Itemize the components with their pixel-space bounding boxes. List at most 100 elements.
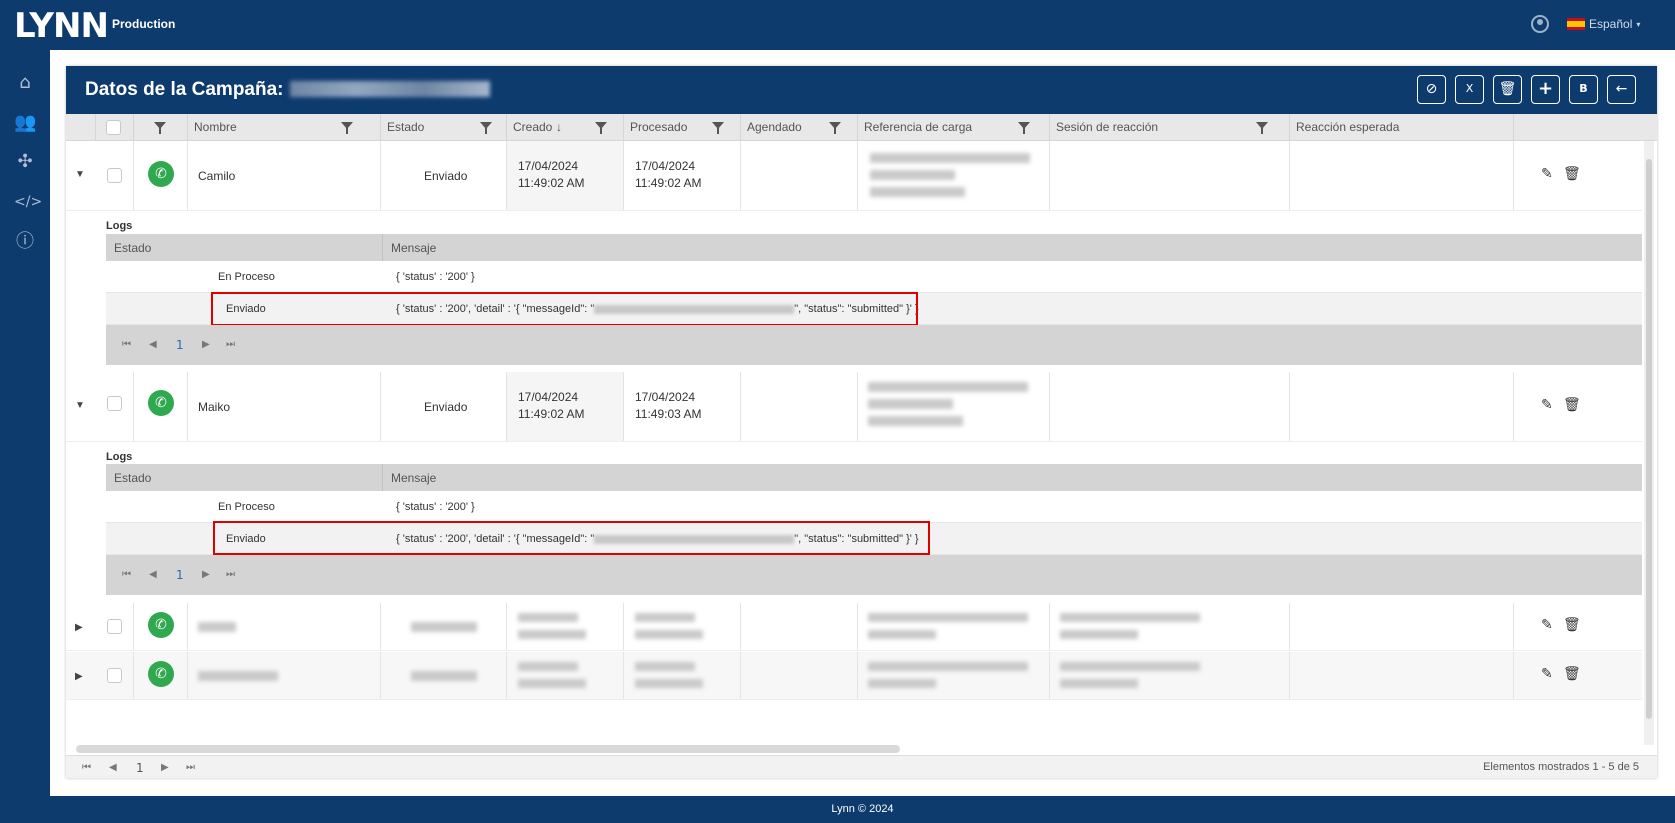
- logs-title: Logs: [106, 451, 133, 463]
- page-number[interactable]: 1: [136, 761, 144, 775]
- top-bar: LYNN Production Español ▾: [0, 0, 1675, 50]
- prev-page-icon[interactable]: ◀: [149, 339, 157, 350]
- header-estado[interactable]: Estado: [381, 114, 507, 141]
- flow-icon[interactable]: ✣: [14, 151, 36, 173]
- expand-icon[interactable]: ▶: [75, 622, 83, 633]
- info-icon[interactable]: ⓘ: [14, 231, 36, 253]
- edit-icon[interactable]: ✎: [1541, 166, 1553, 182]
- last-page-icon[interactable]: ⏭: [226, 339, 235, 350]
- procesado-cell: 17/04/2024 11:49:03 AM: [624, 372, 741, 441]
- page-title-text: Datos de la Campaña:: [85, 79, 284, 100]
- estado-cell: Enviado: [381, 372, 507, 441]
- header-creado[interactable]: Creado ↓: [507, 114, 624, 141]
- chevron-down-icon: ▾: [1636, 19, 1641, 29]
- first-page-icon[interactable]: ⏮: [82, 762, 91, 773]
- header-sesion-label: Sesión de reacción: [1056, 120, 1159, 134]
- scroll-thumb[interactable]: [1646, 159, 1652, 719]
- grid-pager: ⏮ ◀ 1 ▶ ⏭ Elementos mostrados 1 - 5 de 5: [66, 755, 1657, 778]
- next-page-icon[interactable]: ▶: [161, 762, 169, 773]
- filter-icon[interactable]: [154, 122, 166, 134]
- last-page-icon[interactable]: ⏭: [226, 569, 235, 580]
- collapse-icon[interactable]: ▼: [75, 400, 85, 411]
- trash-icon[interactable]: 🗑: [1563, 666, 1581, 682]
- header-creado-label: Creado: [513, 120, 553, 134]
- edit-icon[interactable]: ✎: [1541, 617, 1553, 633]
- estado-cell: Enviado: [381, 141, 507, 210]
- row-checkbox[interactable]: [107, 668, 122, 683]
- row-checkbox[interactable]: [107, 619, 122, 634]
- redacted-text: [1060, 613, 1200, 622]
- procesado-cell: [624, 603, 741, 650]
- horizontal-scrollbar[interactable]: [76, 745, 900, 753]
- redacted-text: [1060, 630, 1138, 639]
- highlight-box: [211, 292, 918, 326]
- header-procesado[interactable]: Procesado: [624, 114, 741, 141]
- vertical-scrollbar[interactable]: [1644, 141, 1654, 745]
- filter-icon[interactable]: [1018, 122, 1030, 134]
- language-label: Español: [1589, 17, 1633, 31]
- logs-panel: Logs Estado Mensaje En Proceso { 'status…: [106, 211, 1642, 371]
- procesado-date: 17/04/2024: [635, 159, 696, 173]
- header-referencia[interactable]: Referencia de carga: [858, 114, 1050, 141]
- first-page-icon[interactable]: ⏮: [122, 339, 131, 350]
- nombre-cell: Maiko: [188, 372, 381, 441]
- estado-cell: [381, 603, 507, 650]
- redacted-text: [868, 662, 1028, 671]
- expand-icon[interactable]: ▶: [75, 671, 83, 682]
- header-sesion[interactable]: Sesión de reacción: [1050, 114, 1290, 141]
- next-page-icon[interactable]: ▶: [202, 339, 210, 350]
- header-reaccion[interactable]: Reacción esperada: [1290, 114, 1514, 141]
- header-agendado[interactable]: Agendado: [741, 114, 858, 141]
- back-button[interactable]: ←: [1607, 75, 1636, 104]
- users-icon[interactable]: 👥: [14, 112, 36, 134]
- row-checkbox[interactable]: [107, 168, 122, 183]
- header-referencia-label: Referencia de carga: [864, 120, 973, 134]
- user-account-icon[interactable]: [1531, 15, 1549, 33]
- filter-icon[interactable]: [712, 122, 724, 134]
- prev-page-icon[interactable]: ◀: [109, 762, 117, 773]
- filter-icon[interactable]: [595, 122, 607, 134]
- add-button[interactable]: +: [1531, 75, 1560, 104]
- redacted-text: [868, 416, 963, 426]
- clear-filter-button[interactable]: ⊘: [1417, 75, 1446, 104]
- filter-icon[interactable]: [1256, 122, 1268, 134]
- creado-date: 17/04/2024: [518, 390, 579, 404]
- collapse-icon[interactable]: ▼: [75, 169, 85, 180]
- filter-icon[interactable]: [829, 122, 841, 134]
- select-all-checkbox[interactable]: [106, 120, 121, 135]
- select-cell: [96, 603, 134, 650]
- next-page-icon[interactable]: ▶: [202, 569, 210, 580]
- code-icon[interactable]: </>: [14, 191, 42, 213]
- nombre-cell: [188, 652, 381, 699]
- whatsapp-icon: ✆: [148, 612, 174, 638]
- header-nombre[interactable]: Nombre: [188, 114, 381, 141]
- first-page-icon[interactable]: ⏮: [122, 569, 131, 580]
- trash-icon[interactable]: 🗑: [1563, 617, 1581, 633]
- page-number[interactable]: 1: [176, 338, 184, 352]
- trash-icon[interactable]: 🗑: [1563, 397, 1581, 413]
- card-header: Datos de la Campaña: ⊘ X 🗑 + B ←: [66, 66, 1657, 114]
- delete-button[interactable]: 🗑: [1493, 75, 1522, 104]
- home-icon[interactable]: ⌂: [14, 72, 36, 94]
- trash-icon[interactable]: 🗑: [1563, 166, 1581, 182]
- edit-icon[interactable]: ✎: [1541, 397, 1553, 413]
- select-cell: [96, 141, 134, 210]
- last-page-icon[interactable]: ⏭: [186, 762, 195, 773]
- header-select-col: [96, 114, 134, 141]
- excel-export-button[interactable]: X: [1455, 75, 1484, 104]
- save-button[interactable]: B: [1569, 75, 1598, 104]
- referencia-cell: [858, 372, 1050, 441]
- prev-page-icon[interactable]: ◀: [149, 569, 157, 580]
- filter-icon[interactable]: [480, 122, 492, 134]
- page-number[interactable]: 1: [176, 568, 184, 582]
- procesado-cell: [624, 652, 741, 699]
- creado-cell: [507, 652, 624, 699]
- row-checkbox[interactable]: [107, 396, 122, 411]
- edit-icon[interactable]: ✎: [1541, 666, 1553, 682]
- header-reaccion-label: Reacción esperada: [1296, 120, 1400, 134]
- procesado-time: 11:49:03 AM: [635, 407, 702, 421]
- language-selector[interactable]: Español ▾: [1567, 17, 1640, 31]
- filter-icon[interactable]: [341, 122, 353, 134]
- redacted-text: [1060, 679, 1138, 688]
- app-logo[interactable]: LYNN: [14, 6, 109, 46]
